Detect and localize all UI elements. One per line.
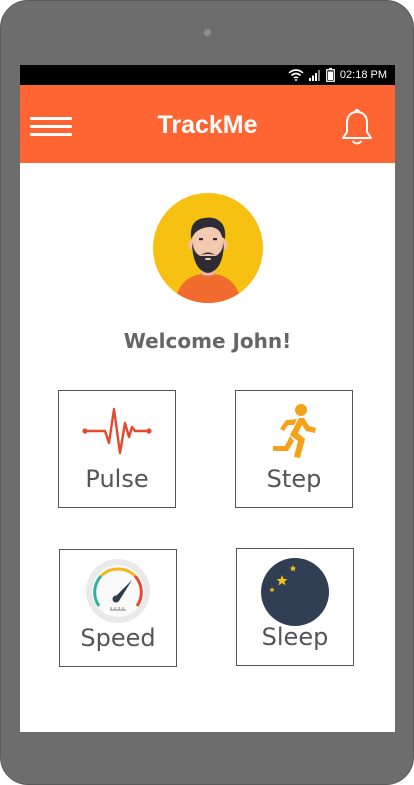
moon-stars-icon — [261, 558, 329, 626]
speed-tile[interactable]: Speed — [59, 549, 177, 667]
welcome-message: Welcome John! — [123, 329, 292, 353]
status-icons: 02:18 PM — [288, 65, 387, 85]
signal-icon — [308, 70, 320, 81]
bell-icon[interactable] — [339, 107, 375, 147]
battery-icon — [326, 68, 335, 82]
front-camera — [204, 29, 211, 36]
tile-label-speed: Speed — [80, 624, 156, 652]
status-time: 02:18 PM — [339, 69, 387, 81]
bearded-man-avatar — [175, 217, 241, 303]
status-bar: 02:18 PM — [20, 65, 395, 85]
tile-label-step: Step — [266, 465, 322, 493]
screen: 02:18 PM TrackMe Welcome John! Pulse Ste… — [20, 65, 395, 732]
pulse-heartbeat-icon — [82, 407, 152, 455]
step-tile[interactable]: Step — [235, 390, 353, 508]
wifi-icon — [288, 69, 304, 81]
tile-label-sleep: Sleep — [261, 623, 329, 651]
speedometer-icon — [86, 559, 150, 623]
device-frame: 02:18 PM TrackMe Welcome John! Pulse Ste… — [0, 0, 414, 785]
app-bar: TrackMe — [20, 85, 395, 163]
pulse-tile[interactable]: Pulse — [58, 390, 176, 508]
sleep-tile[interactable]: Sleep — [236, 548, 354, 666]
running-person-icon — [273, 404, 316, 458]
tile-label-pulse: Pulse — [85, 465, 149, 493]
avatar — [153, 193, 263, 303]
